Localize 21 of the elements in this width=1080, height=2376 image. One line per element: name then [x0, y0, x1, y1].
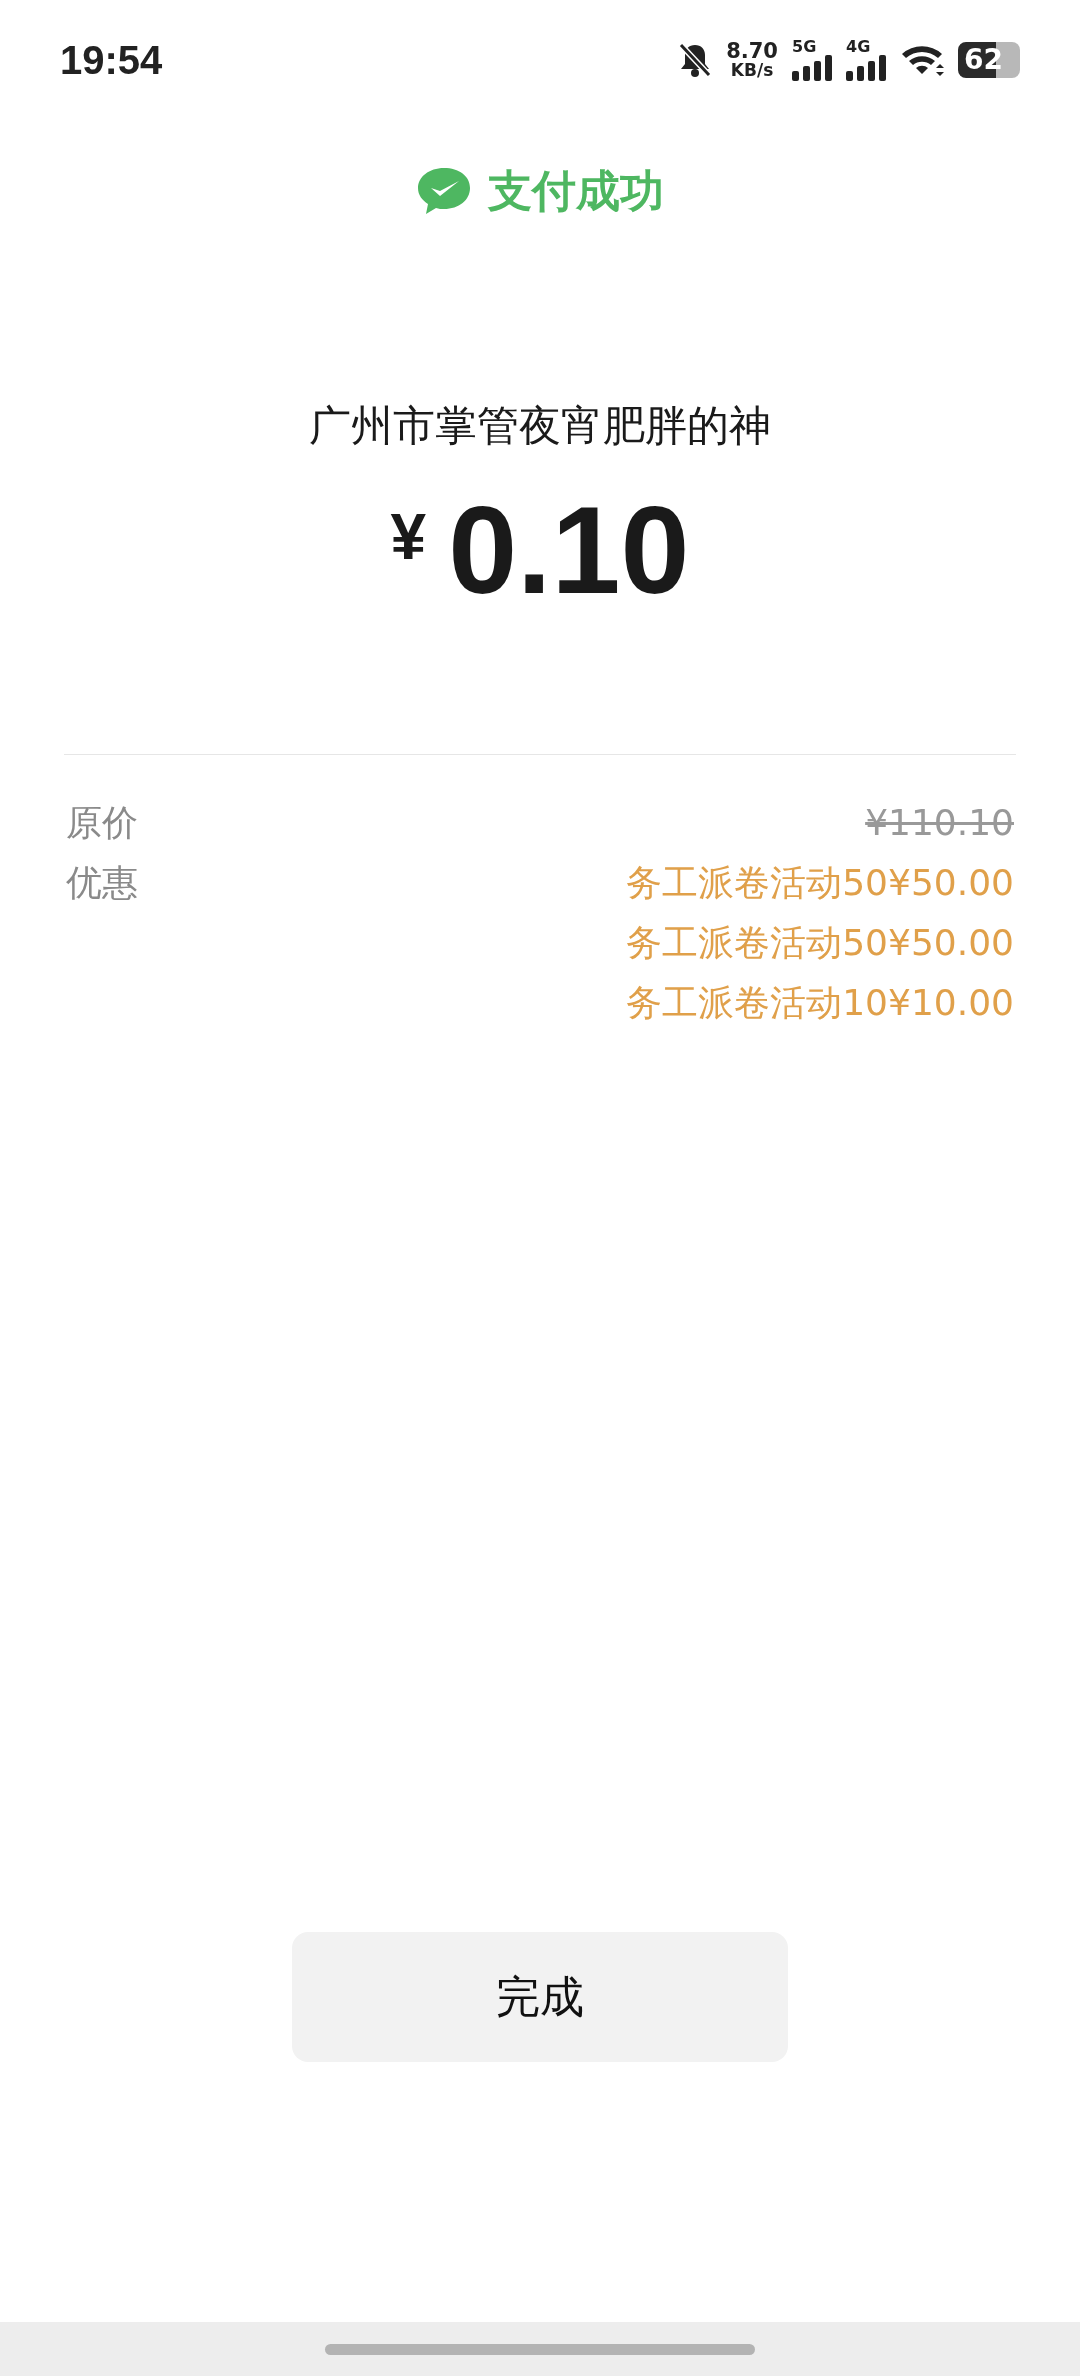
- network-speed: 8.70: [726, 41, 778, 62]
- home-indicator[interactable]: [325, 2343, 755, 2355]
- signal-icon: [792, 55, 832, 81]
- original-price: ¥110.10: [865, 801, 1014, 846]
- signal-icon: [846, 55, 886, 81]
- detail-label: 原价: [66, 801, 138, 846]
- clock-time: 19:54: [60, 37, 163, 83]
- status-title: 支付成功: [488, 163, 664, 218]
- muted-bell-icon: [678, 42, 713, 78]
- network-type: 5G: [792, 39, 817, 55]
- network-type: 4G: [846, 39, 871, 55]
- merchant-name: 广州市掌管夜宵肥胖的神: [308, 400, 772, 452]
- detail-label: 优惠: [66, 861, 138, 906]
- currency-symbol: ¥: [390, 500, 427, 574]
- payment-amount: 0.10: [448, 482, 690, 619]
- speed-unit: KB/s: [730, 62, 774, 79]
- chat-check-icon: [416, 166, 472, 216]
- discount-item: 务工派卷活动50¥50.00: [626, 861, 1014, 906]
- discount-item: 务工派卷活动10¥10.00: [626, 981, 1014, 1026]
- discount-item: 务工派卷活动50¥50.00: [626, 921, 1014, 966]
- done-button[interactable]: 完成: [292, 1932, 788, 2062]
